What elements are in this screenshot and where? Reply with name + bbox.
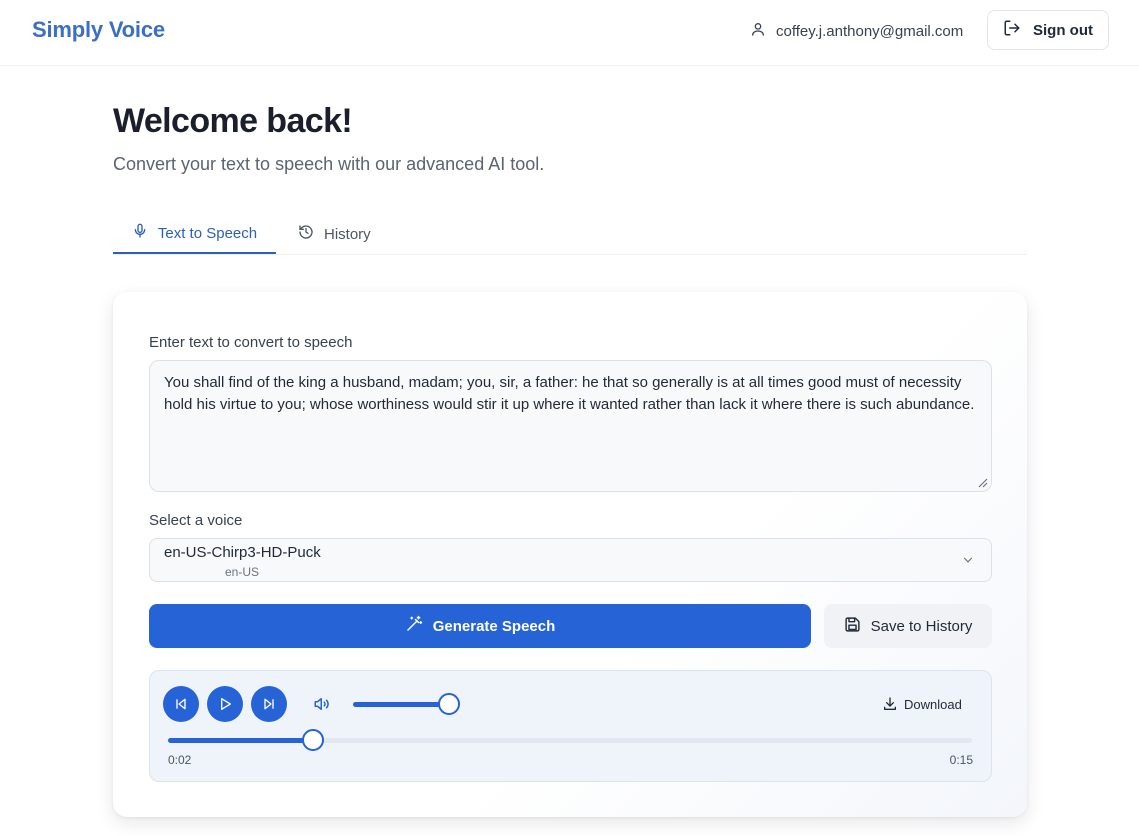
save-label: Save to History bbox=[870, 617, 973, 635]
audio-player: Download 0:02 0:15 bbox=[149, 670, 992, 782]
skip-forward-button[interactable] bbox=[251, 686, 287, 722]
page-subtitle: Convert your text to speech with our adv… bbox=[113, 154, 545, 174]
magic-wand-icon bbox=[405, 615, 423, 637]
user-icon bbox=[750, 21, 766, 41]
download-button[interactable]: Download bbox=[882, 693, 962, 715]
volume-icon[interactable] bbox=[313, 695, 331, 713]
voice-selected-locale: en-US bbox=[225, 565, 260, 579]
progress-thumb[interactable] bbox=[301, 729, 324, 751]
skip-back-icon bbox=[176, 698, 186, 710]
history-icon bbox=[298, 224, 314, 244]
sign-out-icon bbox=[1003, 19, 1021, 41]
user-info: coffey.j.anthony@gmail.com bbox=[750, 20, 963, 42]
voice-select-label: Select a voice bbox=[149, 512, 243, 529]
top-header: Simply Voice coffey.j.anthony@gmail.com … bbox=[0, 0, 1139, 66]
tts-card: Enter text to convert to speech Select a… bbox=[113, 292, 1027, 817]
save-icon bbox=[844, 616, 861, 637]
tab-text-to-speech[interactable]: Text to Speech bbox=[113, 214, 276, 254]
tab-label: History bbox=[324, 225, 371, 243]
chevron-down-icon bbox=[963, 557, 973, 563]
sign-out-button[interactable]: Sign out bbox=[987, 10, 1109, 50]
save-to-history-button[interactable]: Save to History bbox=[824, 604, 992, 648]
tab-label: Text to Speech bbox=[157, 224, 258, 242]
tab-history[interactable]: History bbox=[298, 214, 398, 254]
skip-back-button[interactable] bbox=[163, 686, 199, 722]
text-input-label: Enter text to convert to speech bbox=[149, 334, 353, 351]
progress-fill bbox=[168, 738, 313, 743]
brand-logo[interactable]: Simply Voice bbox=[32, 17, 165, 43]
microphone-icon bbox=[132, 223, 148, 243]
volume-thumb[interactable] bbox=[438, 693, 460, 715]
page-title: Welcome back! bbox=[113, 102, 353, 140]
play-button[interactable] bbox=[207, 686, 243, 722]
resize-handle-icon[interactable] bbox=[978, 478, 988, 488]
sign-out-label: Sign out bbox=[1033, 21, 1093, 39]
total-time: 0:15 bbox=[949, 753, 973, 767]
play-icon bbox=[221, 698, 231, 710]
progress-bar[interactable] bbox=[168, 729, 972, 751]
generate-speech-button[interactable]: Generate Speech bbox=[149, 604, 811, 648]
download-icon bbox=[884, 697, 896, 710]
volume-slider[interactable] bbox=[353, 693, 460, 715]
skip-forward-icon bbox=[264, 698, 274, 710]
volume-fill bbox=[353, 702, 449, 707]
tab-bar: Text to Speech History bbox=[113, 214, 1027, 255]
generate-label: Generate Speech bbox=[432, 617, 556, 635]
voice-select[interactable]: en-US-Chirp3-HD-Puck en-US bbox=[149, 538, 992, 582]
text-input[interactable] bbox=[149, 360, 992, 492]
current-time: 0:02 bbox=[168, 753, 192, 767]
download-label: Download bbox=[904, 696, 962, 712]
voice-selected-name: en-US-Chirp3-HD-Puck bbox=[164, 544, 321, 561]
user-email: coffey.j.anthony@gmail.com bbox=[776, 22, 964, 40]
